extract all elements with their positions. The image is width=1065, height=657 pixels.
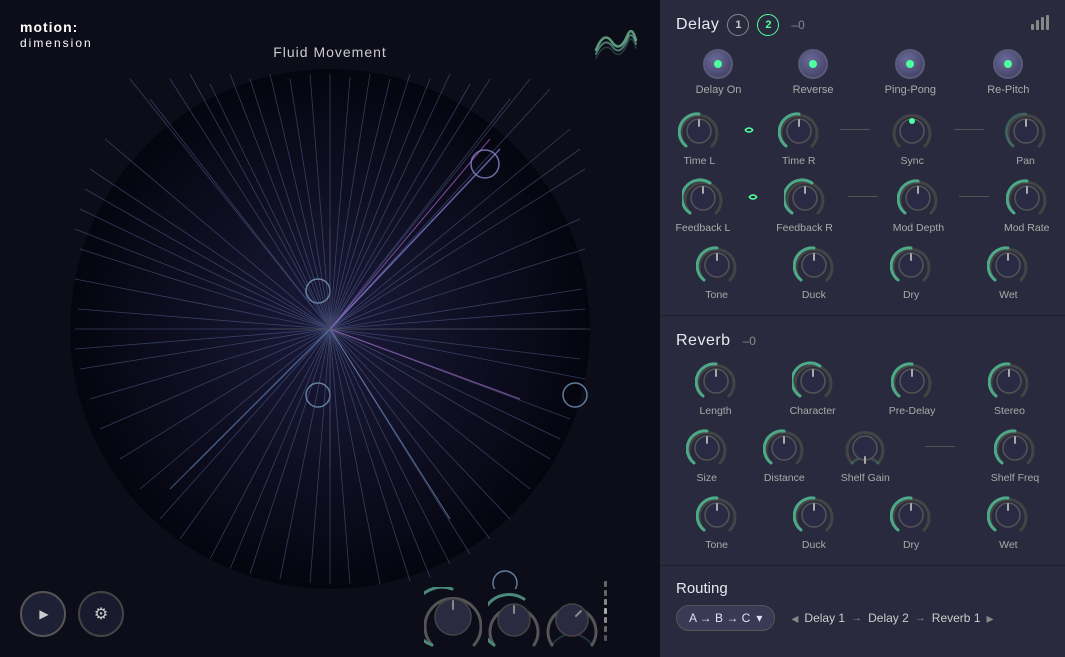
link-icon-time <box>741 122 757 138</box>
knob-time-r[interactable]: Time R <box>778 110 820 167</box>
knob-stereo[interactable]: Stereo <box>988 360 1030 417</box>
routing-title: Routing <box>676 580 1049 597</box>
toggle-ping-pong[interactable]: Ping-Pong <box>885 49 936 96</box>
toggle-reverse[interactable]: Reverse <box>793 49 834 96</box>
knob-shelf-gain[interactable]: Shelf Gain <box>841 427 890 484</box>
reverb-title: Reverb <box>676 332 731 350</box>
chain-delay-1: Delay 1 <box>804 611 845 625</box>
knob-mod-depth[interactable]: Mod Depth <box>893 177 944 234</box>
toggle-dot-re-pitch[interactable] <box>993 49 1023 79</box>
logo-line2: dimension <box>20 36 93 52</box>
knob-sync[interactable]: Sync <box>891 110 933 167</box>
knob-size[interactable]: Size <box>686 427 728 484</box>
bottom-knob-2[interactable] <box>488 593 540 649</box>
knob-mod-rate[interactable]: Mod Rate <box>1004 177 1050 234</box>
knob-distance[interactable]: Distance <box>763 427 805 484</box>
knob-reverb-tone[interactable]: Tone <box>696 494 738 551</box>
knob-length[interactable]: Length <box>695 360 737 417</box>
settings-icon: ⚙ <box>94 604 108 624</box>
left-panel: motion: dimension Fluid Movement <box>0 0 660 657</box>
routing-dropdown[interactable]: A → B → C ▾ <box>676 605 775 631</box>
play-button[interactable]: ▶ <box>20 591 66 637</box>
bottom-controls: ▶ ⚙ <box>20 591 124 637</box>
knob-time-l[interactable]: Time L <box>678 110 720 167</box>
delay-badge-2[interactable]: 2 <box>757 14 779 36</box>
delay-toggle-row: Delay On Reverse Ping-Pong Re-Pitch <box>660 43 1065 106</box>
toggle-label-delay-on: Delay On <box>696 84 742 96</box>
visualization <box>70 69 590 589</box>
reverb-zero: –0 <box>743 334 756 348</box>
knob-feedback-l[interactable]: Feedback L <box>675 177 730 234</box>
chevron-down-icon: ▾ <box>756 611 762 625</box>
play-icon: ▶ <box>39 607 48 621</box>
routing-dropdown-label: A → B → C <box>689 611 750 625</box>
knob-feedback-r[interactable]: Feedback R <box>776 177 833 234</box>
wave-logo-icon <box>592 22 640 60</box>
knob-delay-tone[interactable]: Tone <box>696 244 738 301</box>
chain-delay-2: Delay 2 <box>868 611 909 625</box>
routing-section: Routing A → B → C ▾ ◂ Delay 1 → Delay 2 … <box>660 570 1065 641</box>
link-icon-feedback <box>745 189 761 205</box>
knob-delay-wet[interactable]: Wet <box>987 244 1029 301</box>
knob-pre-delay[interactable]: Pre-Delay <box>889 360 936 417</box>
knob-delay-duck[interactable]: Duck <box>793 244 835 301</box>
toggle-dot-reverse[interactable] <box>798 49 828 79</box>
delay-badge-1[interactable]: 1 <box>727 14 749 36</box>
right-arrow-icon: ▸ <box>987 610 994 627</box>
toggle-delay-on[interactable]: Delay On <box>696 49 742 96</box>
knob-pan[interactable]: Pan <box>1005 110 1047 167</box>
toggle-dot-delay-on[interactable] <box>703 49 733 79</box>
delay-title: Delay <box>676 16 719 34</box>
toggle-label-reverse: Reverse <box>793 84 834 96</box>
chain-reverb-1: Reverb 1 <box>932 611 981 625</box>
left-arrow-icon: ◂ <box>791 610 798 627</box>
delay-header: Delay 1 2 –0 <box>660 0 1065 43</box>
knob-reverb-duck[interactable]: Duck <box>793 494 835 551</box>
logo-line1: motion: <box>20 18 93 36</box>
bottom-knob-3[interactable] <box>546 593 598 649</box>
knob-reverb-wet[interactable]: Wet <box>987 494 1029 551</box>
right-panel: Delay 1 2 –0 Delay On Reverse Ping-Pong <box>660 0 1065 657</box>
section-separator-2 <box>660 565 1065 566</box>
bottom-knob-1[interactable] <box>424 587 482 649</box>
knob-character[interactable]: Character <box>790 360 836 417</box>
settings-button[interactable]: ⚙ <box>78 591 124 637</box>
reverb-header: Reverb –0 <box>660 320 1065 356</box>
toggle-label-ping-pong: Ping-Pong <box>885 84 936 96</box>
toggle-re-pitch[interactable]: Re-Pitch <box>987 49 1029 96</box>
chain-arrow-1: → <box>851 612 862 624</box>
routing-bar: A → B → C ▾ ◂ Delay 1 → Delay 2 → Reverb… <box>676 605 1049 631</box>
chain-arrow-2: → <box>915 612 926 624</box>
stats-icon[interactable] <box>1029 12 1049 37</box>
logo: motion: dimension <box>20 18 93 52</box>
toggle-label-re-pitch: Re-Pitch <box>987 84 1029 96</box>
knob-shelf-freq[interactable]: Shelf Freq <box>991 427 1039 484</box>
knob-reverb-dry[interactable]: Dry <box>890 494 932 551</box>
preset-name: Fluid Movement <box>273 44 387 60</box>
section-separator-1 <box>660 315 1065 316</box>
knob-delay-dry[interactable]: Dry <box>890 244 932 301</box>
toggle-dot-ping-pong[interactable] <box>895 49 925 79</box>
delay-zero: –0 <box>791 18 804 32</box>
